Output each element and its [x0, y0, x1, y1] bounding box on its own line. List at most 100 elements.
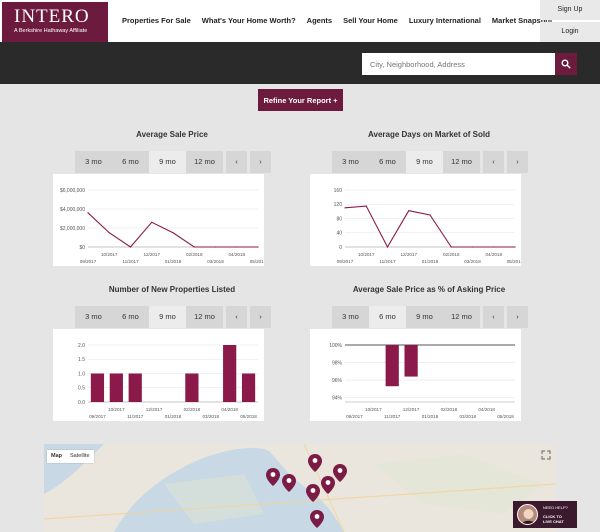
data-point — [344, 207, 346, 209]
prev-period-button[interactable]: ‹ — [483, 306, 504, 328]
live-chat-widget[interactable]: NEED HELP? CLICK TO LIVE CHAT — [513, 501, 577, 528]
y-tick-label: 40 — [336, 231, 342, 237]
data-point — [514, 246, 516, 248]
x-tick-label: 02/2018 — [443, 252, 460, 257]
chart-svg-avg-sale-price: $6,000,000 $4,000,000 $2,000,000 $0 09/2017 1… — [60, 188, 264, 264]
logo-tagline: A Berkshire Hathaway Affiliate — [14, 28, 88, 34]
prev-period-button[interactable]: ‹ — [483, 151, 504, 173]
map-type-satellite[interactable]: Satellite — [66, 450, 94, 463]
map-type-control: Map Satellite — [47, 450, 94, 463]
x-tick-label: 12/2017 — [146, 407, 163, 412]
data-point — [408, 210, 410, 212]
period-9mo[interactable]: 9 mo — [149, 306, 186, 328]
map-pin-icon[interactable] — [321, 476, 335, 494]
x-tick-label: 12/2017 — [400, 252, 417, 257]
y-tick-label: $2,000,000 — [60, 226, 85, 232]
period-3mo[interactable]: 3 mo — [332, 306, 369, 328]
map-type-map[interactable]: Map — [47, 450, 66, 463]
next-period-button[interactable]: › — [250, 306, 271, 328]
period-12mo[interactable]: 12 mo — [443, 306, 480, 328]
chart-sale-vs-asking: 100% 98% 96% 94% 09/2017 10/2017 11/2017 12/201… — [310, 329, 521, 421]
period-6mo[interactable]: 6 mo — [369, 151, 406, 173]
map-pin-icon[interactable] — [310, 510, 324, 528]
map-pin-icon[interactable] — [266, 468, 280, 486]
next-period-button[interactable]: › — [250, 151, 271, 173]
search-input[interactable] — [362, 53, 555, 75]
map-pin-icon[interactable] — [308, 454, 322, 472]
period-9mo[interactable]: 9 mo — [406, 306, 443, 328]
data-point — [386, 246, 389, 248]
y-tick-label: 1.5 — [78, 357, 85, 363]
next-period-button[interactable]: › — [507, 151, 528, 173]
x-tick-label: 02/2018 — [184, 407, 201, 412]
nav-agents[interactable]: Agents — [307, 16, 332, 25]
bar — [404, 345, 418, 377]
x-tick-label: 10/2017 — [365, 407, 382, 412]
map-pin-icon[interactable] — [306, 484, 320, 502]
period-9mo[interactable]: 9 mo — [406, 151, 443, 173]
y-tick-label: 80 — [336, 216, 342, 222]
period-9mo[interactable]: 9 mo — [149, 151, 186, 173]
x-tick-label: 12/2017 — [143, 252, 160, 257]
data-point — [429, 214, 431, 216]
nav-sell-your-home[interactable]: Sell Your Home — [343, 16, 398, 25]
nav-home-worth[interactable]: What's Your Home Worth? — [202, 16, 296, 25]
chat-agent-avatar — [517, 504, 538, 525]
prev-period-button[interactable]: ‹ — [226, 151, 247, 173]
data-point — [236, 246, 238, 248]
x-tick-label: 01/2018 — [165, 414, 182, 419]
period-12mo[interactable]: 12 mo — [186, 306, 223, 328]
intero-logo[interactable]: INTERO A Berkshire Hathaway Affiliate — [2, 2, 108, 42]
map-pin-icon[interactable] — [282, 474, 296, 492]
x-tick-label: 03/2018 — [202, 414, 219, 419]
bar — [385, 345, 399, 387]
y-tick-label: 98% — [332, 360, 343, 366]
map-canvas — [44, 444, 556, 532]
x-tick-label: 10/2017 — [358, 252, 375, 257]
bar — [185, 373, 199, 402]
chat-cta: CLICK TO LIVE CHAT — [543, 514, 564, 524]
y-tick-label: 0.0 — [78, 400, 85, 406]
chart-avg-days-on-market: 160 120 80 40 0 09/2017 10/2017 11/2017 12/2017 0… — [310, 174, 521, 266]
period-3mo[interactable]: 3 mo — [75, 151, 112, 173]
x-tick-label: 05/2018 — [250, 259, 264, 264]
nav-luxury-international[interactable]: Luxury International — [409, 16, 481, 25]
login-button[interactable]: Login — [540, 22, 600, 42]
period-3mo[interactable]: 3 mo — [332, 151, 369, 173]
next-period-button[interactable]: › — [507, 306, 528, 328]
period-12mo[interactable]: 12 mo — [443, 151, 480, 173]
data-point — [87, 212, 89, 214]
map-pin-icon[interactable] — [333, 464, 347, 482]
period-6mo[interactable]: 6 mo — [112, 151, 149, 173]
chart-title-sale-vs-asking: Average Sale Price as % of Asking Price — [352, 285, 506, 294]
chat-cta-line2: LIVE CHAT — [543, 519, 564, 524]
period-6mo[interactable]: 6 mo — [112, 306, 149, 328]
bar — [109, 373, 123, 402]
fullscreen-icon[interactable] — [541, 450, 551, 460]
period-6mo[interactable]: 6 mo — [369, 306, 406, 328]
listings-map[interactable] — [44, 444, 556, 532]
data-point — [108, 232, 110, 234]
x-tick-label: 10/2017 — [101, 252, 118, 257]
x-tick-label: 09/2017 — [80, 259, 97, 264]
x-tick-label: 04/2018 — [221, 407, 238, 412]
main-nav: Properties For Sale What's Your Home Wor… — [122, 16, 552, 25]
refine-report-button[interactable]: Refine Your Report + — [258, 89, 343, 111]
sign-up-button[interactable]: Sign Up — [540, 0, 600, 20]
prev-period-button[interactable]: ‹ — [226, 306, 247, 328]
search-button[interactable] — [555, 53, 577, 75]
x-tick-label: 05/2018 — [497, 414, 514, 419]
chart-title-avg-sale-price: Average Sale Price — [136, 130, 208, 139]
x-tick-label: 03/2018 — [464, 259, 481, 264]
data-point — [151, 221, 153, 223]
y-tick-label: 0.5 — [78, 386, 85, 392]
period-3mo[interactable]: 3 mo — [75, 306, 112, 328]
data-point — [193, 246, 195, 248]
x-tick-label: 09/2017 — [89, 414, 106, 419]
x-tick-label: 04/2018 — [485, 252, 502, 257]
x-tick-label: 11/2017 — [379, 259, 396, 264]
nav-properties-for-sale[interactable]: Properties For Sale — [122, 16, 191, 25]
series-line — [87, 212, 258, 248]
period-12mo[interactable]: 12 mo — [186, 151, 223, 173]
chart-avg-sale-price: $6,000,000 $4,000,000 $2,000,000 $0 09/2017 1… — [53, 174, 264, 266]
